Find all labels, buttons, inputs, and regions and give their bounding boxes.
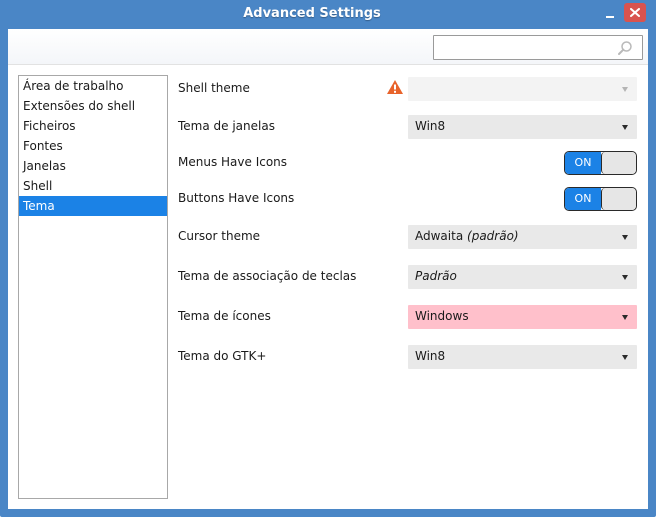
sidebar-item-janelas[interactable]: Janelas: [19, 156, 167, 176]
warning-icon: [387, 80, 403, 94]
window-content: Área de trabalho Extensões do shell Fich…: [8, 29, 648, 509]
close-button[interactable]: [624, 3, 646, 22]
gtk-theme-value: Win8: [415, 349, 446, 363]
window-theme-value: Win8: [415, 119, 446, 133]
setting-row-icon-theme: Tema de ícones Windows: [178, 305, 648, 329]
sidebar-item-fontes[interactable]: Fontes: [19, 136, 167, 156]
setting-row-shell-theme: Shell theme: [178, 77, 648, 101]
menus-have-icons-switch[interactable]: ON: [564, 151, 637, 175]
setting-row-cursor-theme: Cursor theme Adwaita (padrão): [178, 225, 648, 249]
key-theme-value: Padrão: [415, 269, 457, 283]
icon-theme-combo[interactable]: Windows: [408, 305, 637, 329]
switch-on-label: ON: [565, 152, 601, 174]
minimize-icon: [606, 16, 614, 18]
window-theme-combo[interactable]: Win8: [408, 115, 637, 139]
switch-knob[interactable]: [601, 188, 636, 210]
close-icon: [630, 8, 640, 17]
key-theme-combo[interactable]: Padrão: [408, 265, 637, 289]
titlebar[interactable]: Advanced Settings: [0, 0, 656, 28]
chevron-down-icon: [622, 355, 628, 360]
sidebar-item-extensoes-do-shell[interactable]: Extensões do shell: [19, 96, 167, 116]
menus-have-icons-label: Menus Have Icons: [178, 155, 288, 169]
search-icon: [618, 41, 632, 55]
chevron-down-icon: [622, 235, 628, 240]
setting-row-window-theme: Tema de janelas Win8: [178, 115, 648, 139]
cursor-theme-value: Adwaita (padrão): [415, 229, 519, 243]
app-window: Advanced Settings Área de trabalho Exten…: [0, 0, 656, 517]
setting-row-menus-have-icons: Menus Have Icons ON: [178, 151, 648, 175]
shell-theme-combo[interactable]: [408, 77, 637, 101]
search-input[interactable]: [438, 39, 608, 57]
window-title: Advanced Settings: [243, 6, 381, 21]
sidebar-item-shell[interactable]: Shell: [19, 176, 167, 196]
cursor-theme-label: Cursor theme: [178, 229, 261, 243]
switch-on-label: ON: [565, 188, 601, 210]
chevron-down-icon: [622, 315, 628, 320]
key-theme-label: Tema de associação de teclas: [178, 269, 357, 283]
icon-theme-value: Windows: [415, 309, 469, 323]
sidebar-item-area-de-trabalho[interactable]: Área de trabalho: [19, 76, 167, 96]
chevron-down-icon: [622, 125, 628, 130]
search-box[interactable]: [433, 35, 643, 60]
settings-panel: Shell theme Tema de janelas Win8 Menus H…: [178, 75, 648, 499]
minimize-button[interactable]: [601, 6, 619, 22]
buttons-have-icons-label: Buttons Have Icons: [178, 191, 295, 205]
toolbar: [8, 29, 648, 65]
setting-row-gtk-theme: Tema do GTK+ Win8: [178, 345, 648, 369]
sidebar-item-tema[interactable]: Tema: [19, 196, 167, 216]
gtk-theme-combo[interactable]: Win8: [408, 345, 637, 369]
sidebar-item-ficheiros[interactable]: Ficheiros: [19, 116, 167, 136]
setting-row-buttons-have-icons: Buttons Have Icons ON: [178, 187, 648, 211]
cursor-theme-combo[interactable]: Adwaita (padrão): [408, 225, 637, 249]
buttons-have-icons-switch[interactable]: ON: [564, 187, 637, 211]
chevron-down-icon: [622, 87, 628, 92]
shell-theme-label: Shell theme: [178, 81, 250, 95]
setting-row-key-theme: Tema de associação de teclas Padrão: [178, 265, 648, 289]
sidebar: Área de trabalho Extensões do shell Fich…: [18, 75, 168, 499]
chevron-down-icon: [622, 275, 628, 280]
switch-knob[interactable]: [601, 152, 636, 174]
gtk-theme-label: Tema do GTK+: [178, 349, 267, 363]
icon-theme-label: Tema de ícones: [178, 309, 271, 323]
window-theme-label: Tema de janelas: [178, 119, 275, 133]
